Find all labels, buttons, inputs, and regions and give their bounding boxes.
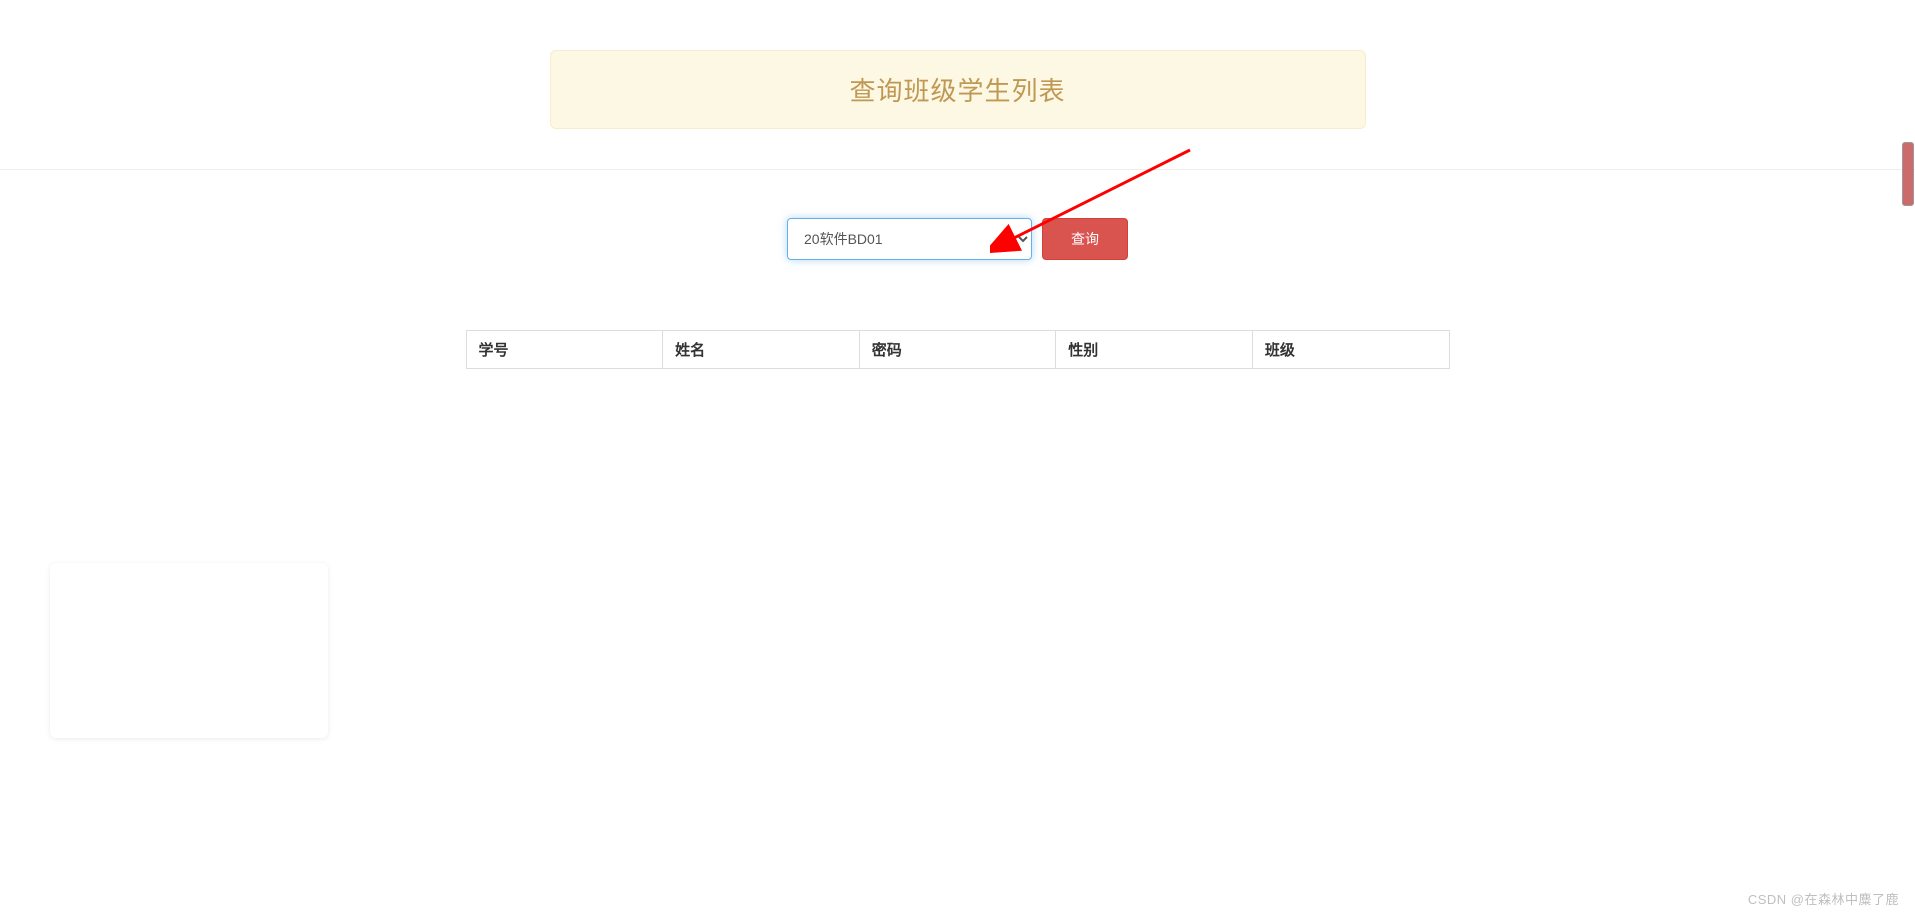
page-title: 查询班级学生列表 <box>566 71 1350 108</box>
column-header-id: 学号 <box>466 331 663 369</box>
title-banner: 查询班级学生列表 <box>550 50 1366 129</box>
column-header-class: 班级 <box>1252 331 1449 369</box>
column-header-gender: 性别 <box>1056 331 1253 369</box>
scrollbar-thumb[interactable] <box>1902 142 1914 206</box>
table-container: 学号 姓名 密码 性别 班级 <box>466 330 1450 369</box>
table-header-row: 学号 姓名 密码 性别 班级 <box>466 331 1449 369</box>
student-table: 学号 姓名 密码 性别 班级 <box>466 330 1450 369</box>
watermark-text: CSDN @在森林中麋了鹿 <box>1748 889 1899 908</box>
query-form: 20软件BD01 查询 <box>787 218 1128 260</box>
header-section: 查询班级学生列表 <box>0 0 1915 170</box>
column-header-password: 密码 <box>859 331 1056 369</box>
column-header-name: 姓名 <box>663 331 860 369</box>
floating-card <box>50 563 328 738</box>
query-form-container: 20软件BD01 查询 <box>0 218 1915 260</box>
query-button[interactable]: 查询 <box>1042 218 1128 260</box>
class-select[interactable]: 20软件BD01 <box>787 218 1032 260</box>
